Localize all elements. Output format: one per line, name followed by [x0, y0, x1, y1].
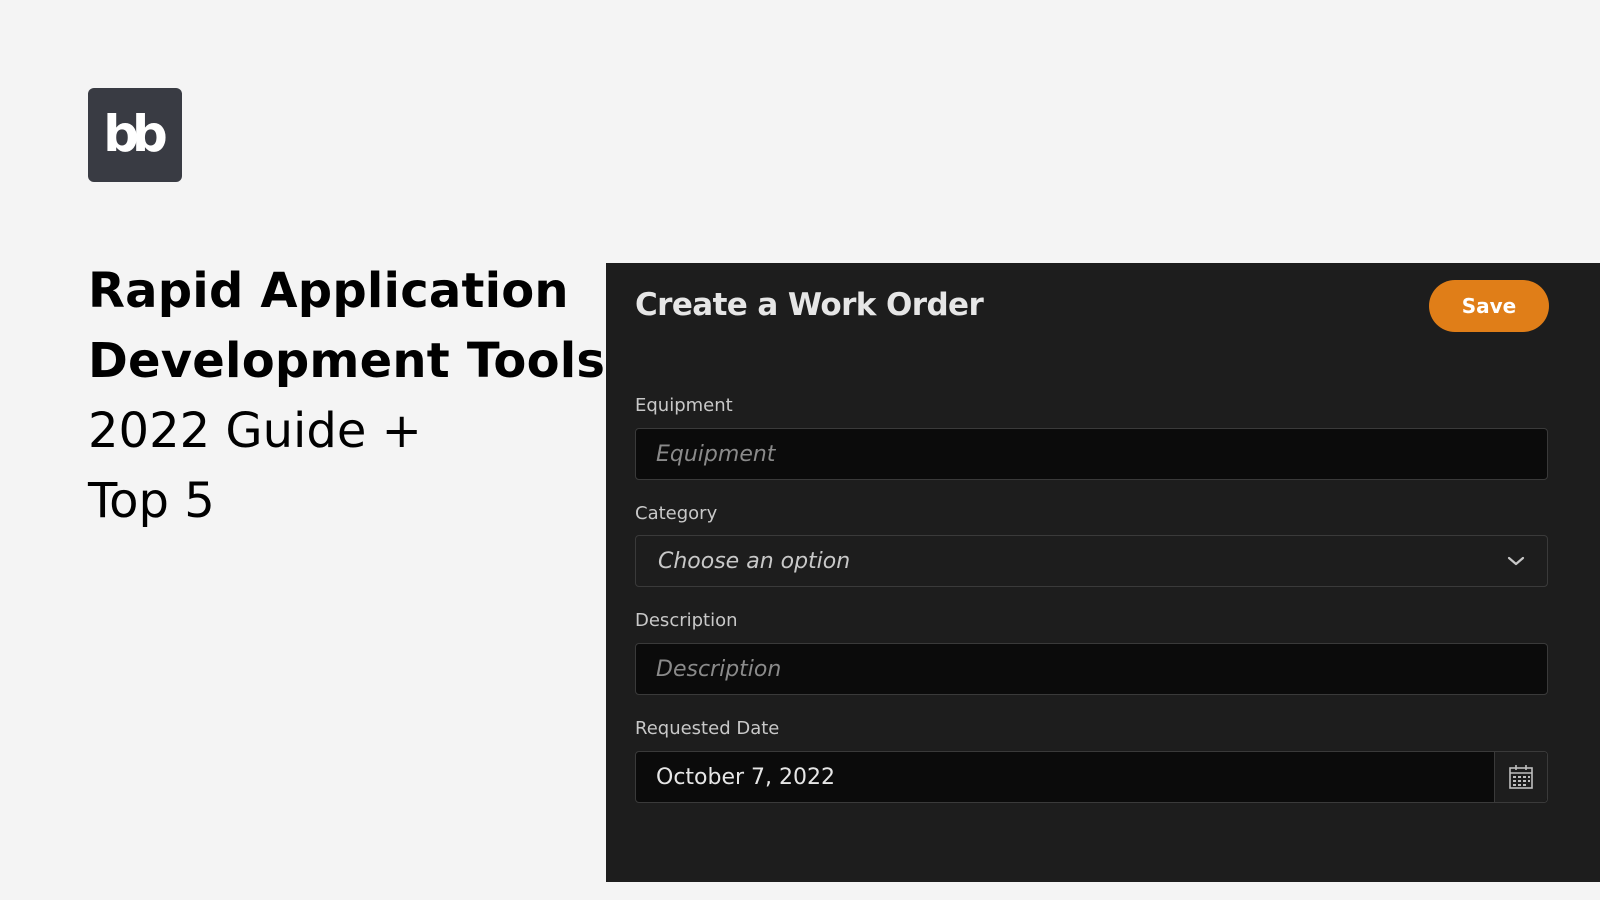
category-selected-value: Choose an option: [658, 548, 851, 574]
work-order-form-panel: Create a Work Order Save Equipment Equip…: [606, 263, 1600, 882]
brand-logo: bb: [88, 88, 182, 182]
calendar-icon[interactable]: [1494, 752, 1547, 802]
description-input[interactable]: Description: [635, 643, 1548, 695]
description-placeholder: Description: [656, 656, 782, 682]
description-label: Description: [635, 610, 738, 631]
chevron-down-icon[interactable]: [1505, 550, 1527, 572]
equipment-label: Equipment: [635, 395, 733, 416]
headline-line-2: Development Tools: [88, 333, 606, 389]
headline-line-4: Top 5: [88, 473, 215, 529]
category-label: Category: [635, 503, 718, 524]
equipment-input[interactable]: Equipment: [635, 428, 1548, 480]
save-button[interactable]: Save: [1429, 280, 1549, 332]
logo-text: bb: [103, 105, 168, 163]
requested-date-label: Requested Date: [635, 718, 780, 739]
equipment-placeholder: Equipment: [656, 441, 776, 467]
form-title: Create a Work Order: [635, 287, 984, 323]
requested-date-value: October 7, 2022: [656, 764, 836, 790]
headline-line-1: Rapid Application: [88, 263, 569, 319]
headline-line-3: 2022 Guide +: [88, 403, 422, 459]
headline: Rapid Application Development Tools 2022…: [88, 256, 606, 536]
category-select[interactable]: Choose an option: [635, 535, 1548, 587]
requested-date-input[interactable]: October 7, 2022: [635, 751, 1548, 803]
